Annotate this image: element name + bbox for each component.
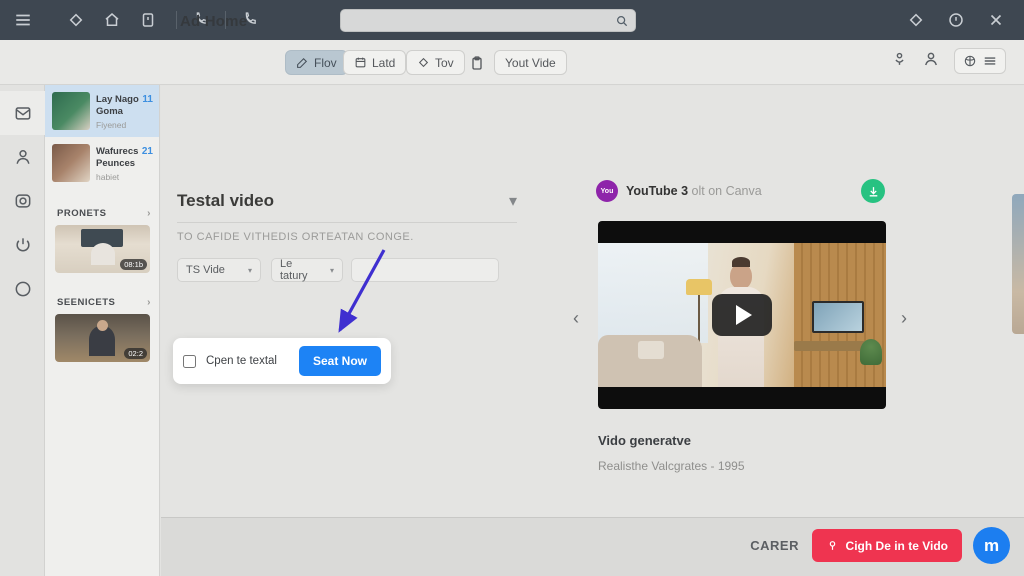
globe-menu-button[interactable]	[954, 48, 1006, 74]
carousel-next-button[interactable]: ›	[901, 308, 907, 329]
play-icon	[736, 305, 752, 325]
career-link[interactable]: CARER	[750, 538, 799, 553]
menu-icon	[983, 54, 997, 68]
tov-tab-button[interactable]: Tov	[406, 50, 465, 75]
unread-badge: 21	[142, 146, 153, 157]
action-card: Cpen te textal Seat Now	[173, 338, 391, 384]
video-duration-badge: 02:2	[124, 348, 147, 359]
open-textal-checkbox[interactable]	[183, 355, 196, 368]
chevron-right-icon: ›	[147, 208, 151, 219]
divider	[177, 222, 517, 223]
create-video-button[interactable]: Cigh De in te Vido	[812, 529, 962, 562]
page-title: Ad Home	[180, 13, 247, 30]
divider	[176, 11, 177, 29]
chat-icon[interactable]	[905, 9, 927, 31]
messenger-fab[interactable]: m	[973, 527, 1010, 564]
chat-item[interactable]: Lay Nago Goma Fiyened 11	[45, 85, 159, 137]
home-icon[interactable]	[101, 9, 123, 31]
clock-icon[interactable]	[945, 9, 967, 31]
next-carousel-item-peek[interactable]	[1012, 194, 1024, 334]
mail-icon	[13, 103, 33, 123]
calendar-icon	[354, 56, 367, 69]
your-video-tab-button[interactable]: Yout Vide	[494, 50, 567, 75]
chat-subtitle: habiet	[96, 172, 144, 183]
chat-subtitle: Fiyened	[96, 120, 144, 131]
person-icon[interactable]	[922, 50, 940, 73]
rail-item-person[interactable]	[0, 135, 45, 179]
seat-now-button[interactable]: Seat Now	[299, 346, 381, 376]
footer-bar: CARER Cigh De in te Vido m	[161, 517, 1024, 576]
chat-name: Wafurecs Peunces	[96, 146, 138, 169]
channel-avatar: You	[596, 180, 618, 202]
text-input[interactable]	[351, 258, 499, 282]
search-icon	[615, 14, 629, 28]
conversation-sidebar: Lay Nago Goma Fiyened 11 Wafurecs Peunce…	[45, 85, 160, 576]
diamond-icon	[417, 56, 430, 69]
video-subtitle: Realisthe Valcgrates - 1995	[598, 459, 745, 473]
menu-icon[interactable]	[12, 9, 34, 31]
chevron-down-icon: ▾	[330, 266, 334, 275]
flow-tab-button[interactable]: Flov	[285, 50, 348, 75]
title-bar	[0, 0, 1024, 40]
video-type-dropdown[interactable]: TS Vide ▾	[177, 258, 261, 282]
icon-rail	[0, 85, 45, 576]
clipboard-icon	[469, 55, 485, 71]
sidebar-section-pronets[interactable]: PRONETS ›	[45, 198, 159, 225]
sidebar-video-thumbnail[interactable]: 08:1b	[55, 225, 150, 273]
latd-tab-button[interactable]: Latd	[343, 50, 406, 75]
form-description: TO CAFIDE VITHEDIS ORTEATAN CONGE.	[177, 231, 414, 243]
globe-icon	[963, 54, 977, 68]
category-dropdown[interactable]: Le tatury ▾	[271, 258, 343, 282]
rail-item-mail[interactable]	[0, 91, 45, 135]
sidebar-video-thumbnail[interactable]: 02:2	[55, 314, 150, 362]
chevron-down-icon[interactable]: ▾	[509, 191, 517, 211]
chat-name: Lay Nago Goma	[96, 94, 139, 117]
checkbox-label: Cpen te textal	[206, 355, 277, 367]
download-icon	[867, 185, 880, 198]
document-icon[interactable]	[137, 9, 159, 31]
preview-header: You YouTube 3 olt on Canva	[596, 180, 762, 202]
video-duration-badge: 08:1b	[120, 259, 147, 270]
chat-item[interactable]: Wafurecs Peunces habiet 21	[45, 137, 159, 189]
form-title: Testal video	[177, 191, 274, 211]
download-button[interactable]	[861, 179, 885, 203]
carousel-prev-button[interactable]: ‹	[573, 308, 579, 329]
mic-icon[interactable]	[891, 50, 908, 72]
video-title: Vido generatve	[598, 433, 691, 448]
clipboard-button[interactable]	[463, 50, 491, 75]
sidebar-section-seenicets[interactable]: SEENICETS ›	[45, 287, 159, 314]
play-button[interactable]	[712, 294, 772, 336]
rail-item-camera[interactable]	[0, 179, 45, 223]
search-input[interactable]	[340, 9, 636, 32]
diamond-icon[interactable]	[65, 9, 87, 31]
chat-avatar	[52, 144, 90, 182]
chevron-right-icon: ›	[147, 297, 151, 308]
camera-icon	[13, 191, 33, 211]
channel-name: YouTube 3	[626, 184, 688, 198]
rail-item-circle[interactable]	[0, 267, 45, 311]
main-content: Testal video ▾ TO CAFIDE VITHEDIS ORTEAT…	[161, 86, 1024, 517]
rail-item-power[interactable]	[0, 223, 45, 267]
pin-icon	[826, 539, 839, 552]
chat-avatar	[52, 92, 90, 130]
pencil-icon	[296, 56, 309, 69]
channel-sub: olt on Canva	[692, 184, 762, 198]
person-icon	[13, 147, 33, 167]
close-icon[interactable]	[985, 9, 1007, 31]
video-player[interactable]	[598, 221, 886, 409]
power-icon	[13, 235, 33, 255]
chevron-down-icon: ▾	[248, 266, 252, 275]
circle-icon	[13, 279, 33, 299]
unread-badge: 11	[142, 94, 153, 105]
